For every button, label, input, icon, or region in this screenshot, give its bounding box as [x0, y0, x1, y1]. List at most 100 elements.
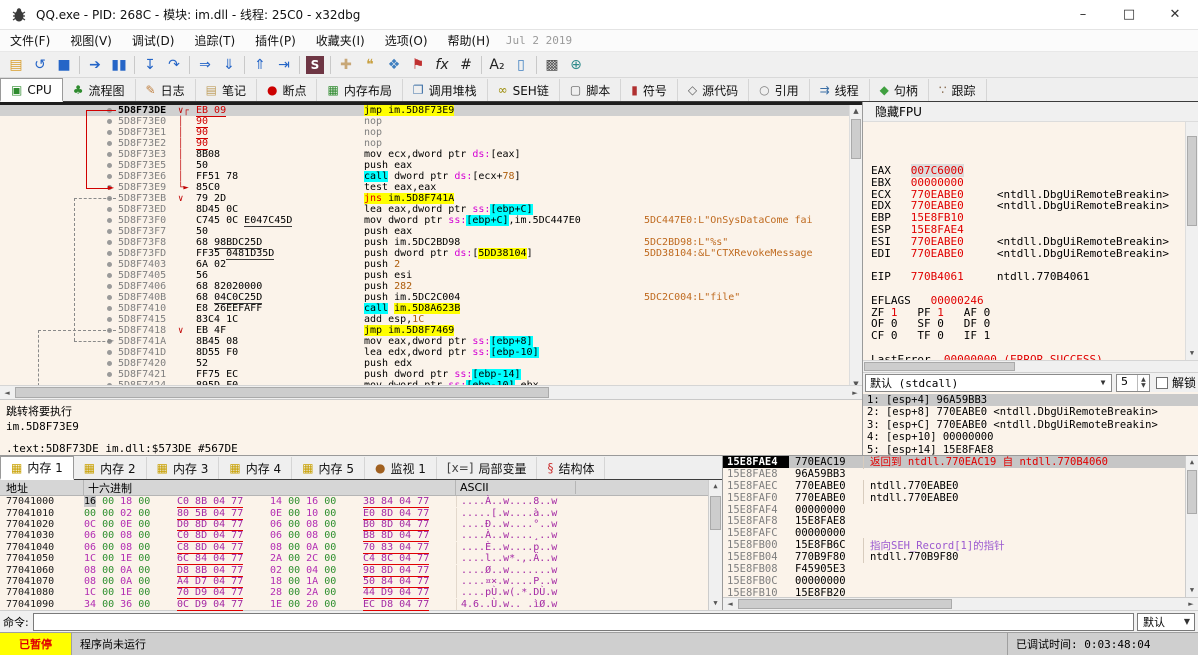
arg-depth-stepper[interactable]: 5 ▲▼: [1116, 374, 1150, 392]
menu-视图(V)[interactable]: 视图(V): [60, 30, 122, 51]
breakpoint-gutter[interactable]: [0, 259, 118, 270]
memory-dump-row[interactable]: 7704100016 00 18 00C0 8B 04 7714 00 16 0…: [0, 496, 722, 507]
disasm-row[interactable]: 5D8F73DE∨┌EB 09jmp im.5D8F73E9: [0, 105, 862, 116]
breakpoint-dot[interactable]: [107, 229, 112, 234]
minimize-button[interactable]: –: [1060, 0, 1106, 29]
call-argument-row[interactable]: 5: [esp+14] 15E8FAE8: [863, 444, 1198, 455]
checkbox-icon[interactable]: [1156, 377, 1168, 389]
disasm-row[interactable]: 5D8F740B68 04C0C25Dpush im.5DC2C0045DC2C…: [0, 292, 862, 303]
disasm-row[interactable]: 5D8F73F868 98BDC25Dpush im.5DC2BD985DC2B…: [0, 237, 862, 248]
scrollbar-thumb[interactable]: [1187, 470, 1197, 514]
scrollbar-thumb[interactable]: [710, 496, 721, 530]
memory-dump-row[interactable]: 7704104006 00 08 00C8 8D 04 7708 00 0A 0…: [0, 542, 722, 553]
breakpoint-gutter[interactable]: [0, 127, 118, 138]
stack-pane[interactable]: 15E8FAE4770EAC19返回到 ntdll.770EAC19 自 ntd…: [722, 456, 1198, 610]
command-input[interactable]: [33, 613, 1134, 631]
stack-row[interactable]: 15E8FB0015E8FB6C指向SEH_Record[1]的指针: [723, 539, 1198, 551]
hash-icon[interactable]: #: [454, 54, 478, 76]
breakpoint-dot[interactable]: [107, 240, 112, 245]
tab-流程图[interactable]: ♣流程图: [63, 79, 136, 101]
case-icon[interactable]: A₂: [485, 54, 509, 76]
breakpoint-dot[interactable]: [107, 328, 112, 333]
tab-跟踪[interactable]: ∵跟踪: [929, 79, 987, 101]
tab-内存布局[interactable]: ▦内存布局: [317, 79, 402, 101]
disasm-row[interactable]: 5D8F73E0│90nop: [0, 116, 862, 127]
disasm-vertical-scrollbar[interactable]: ▲ ▼: [849, 105, 862, 385]
disasm-row[interactable]: 5D8F73F750push eax: [0, 226, 862, 237]
memory-vertical-scrollbar[interactable]: ▲ ▼: [708, 480, 722, 610]
stack-vertical-scrollbar[interactable]: ▲ ▼: [1185, 456, 1198, 597]
menu-帮助(H)[interactable]: 帮助(H): [438, 30, 500, 51]
call-argument-row[interactable]: 2: [esp+8] 770EABE0 <ntdll.DbgUiRemoteBr…: [863, 406, 1198, 418]
breakpoint-gutter[interactable]: [0, 314, 118, 325]
internet-icon[interactable]: ⊕: [564, 54, 588, 76]
disasm-row[interactable]: 5D8F73EB∨79 2Djns im.5D8F741A: [0, 193, 862, 204]
tab-局部变量[interactable]: [x=]局部变量: [437, 457, 538, 479]
tab-SEH链[interactable]: ∞SEH链: [488, 79, 560, 101]
tab-线程[interactable]: ⇉线程: [810, 79, 870, 101]
tab-句柄[interactable]: ◆句柄: [870, 79, 929, 101]
register-line[interactable]: EIP 770B4061 ntdll.770B4061: [871, 271, 1198, 283]
breakpoint-gutter[interactable]: [0, 336, 118, 347]
disasm-row[interactable]: 5D8F7410E8 26EEFAFFcall im.5D8A623B: [0, 303, 862, 314]
registers-horizontal-scrollbar[interactable]: [863, 360, 1198, 372]
stack-horizontal-scrollbar[interactable]: ◄ ►: [723, 597, 1198, 610]
scrollbar-thumb[interactable]: [864, 362, 1015, 371]
pause-icon[interactable]: ▮▮: [107, 54, 131, 76]
breakpoint-gutter[interactable]: [0, 204, 118, 215]
breakpoint-gutter[interactable]: [0, 193, 118, 204]
disasm-row[interactable]: 5D8F74036A 02push 2: [0, 259, 862, 270]
breakpoint-gutter[interactable]: [0, 116, 118, 127]
breakpoint-dot[interactable]: [107, 163, 112, 168]
tab-内存 5[interactable]: ▦内存 5: [292, 457, 365, 479]
breakpoint-dot[interactable]: [107, 174, 112, 179]
disasm-row[interactable]: 5D8F73E6│FF51 78call dword ptr ds:[ecx+7…: [0, 171, 862, 182]
maximize-button[interactable]: □: [1106, 0, 1152, 29]
breakpoint-dot[interactable]: [107, 372, 112, 377]
memory-dump-row[interactable]: 770410200C 00 0E 00D0 8D 04 7706 00 08 0…: [0, 519, 722, 530]
breakpoint-gutter[interactable]: [0, 358, 118, 369]
tab-内存 2[interactable]: ▦内存 2: [74, 457, 147, 479]
close-button[interactable]: ✕: [1152, 0, 1198, 29]
disasm-row[interactable]: 5D8F73E1│90nop: [0, 127, 862, 138]
breakpoint-gutter[interactable]: [0, 215, 118, 226]
calling-convention-select[interactable]: 默认 (stdcall) ▼: [865, 374, 1112, 392]
memory-dump-pane[interactable]: 地址 十六进制 ASCII 7704100016 00 18 00C0 8B 0…: [0, 480, 722, 610]
stack-row[interactable]: 15E8FB04770B9F80ntdll.770B9F80: [723, 551, 1198, 563]
register-line[interactable]: EDI 770EABE0 <ntdll.DbgUiRemoteBreakin>: [871, 248, 1198, 260]
tab-引用[interactable]: ○引用: [749, 79, 810, 101]
tab-CPU[interactable]: ▣CPU: [0, 78, 63, 102]
scroll-left-arrow[interactable]: ◄: [0, 386, 14, 399]
bookmarks-icon[interactable]: ⚑: [406, 54, 430, 76]
scroll-up-arrow[interactable]: ▲: [709, 480, 722, 493]
run-to-user-code-icon[interactable]: ⇥: [272, 54, 296, 76]
disasm-row[interactable]: 5D8F741D8D55 F0lea edx,dword ptr ss:[ebp…: [0, 347, 862, 358]
step-over-icon[interactable]: ↷: [162, 54, 186, 76]
restart-icon[interactable]: ↺: [28, 54, 52, 76]
call-argument-row[interactable]: 1: [esp+4] 96A59BB3: [863, 394, 1198, 406]
breakpoint-gutter[interactable]: [0, 105, 118, 116]
run-icon[interactable]: ➔: [83, 54, 107, 76]
disasm-row[interactable]: 5D8F742052push edx: [0, 358, 862, 369]
breakpoint-gutter[interactable]: [0, 248, 118, 259]
disasm-row[interactable]: 5D8F741A8B45 08mov eax,dword ptr ss:[ebp…: [0, 336, 862, 347]
breakpoint-gutter[interactable]: [0, 303, 118, 314]
tab-源代码[interactable]: ◇源代码: [678, 79, 749, 101]
scrollbar-thumb[interactable]: [738, 599, 952, 609]
step-into-icon[interactable]: ↧: [138, 54, 162, 76]
call-arguments-list[interactable]: 1: [esp+4] 96A59BB32: [esp+8] 770EABE0 <…: [863, 392, 1198, 455]
comments-icon[interactable]: ❝: [358, 54, 382, 76]
animate-into-icon[interactable]: ⇒: [193, 54, 217, 76]
disasm-row[interactable]: 5D8F73E5│50push eax: [0, 160, 862, 171]
breakpoint-dot[interactable]: [107, 196, 112, 201]
script-icon[interactable]: S: [303, 54, 327, 76]
memory-dump-row[interactable]: 7704106008 00 0A 00D8 8B 04 7702 00 04 0…: [0, 564, 722, 575]
stack-row[interactable]: 15E8FAF400000000: [723, 504, 1198, 516]
memory-dump-row[interactable]: 7704101000 00 02 0080 5B 04 770E 00 10 0…: [0, 507, 722, 518]
menu-选项(O)[interactable]: 选项(O): [375, 30, 438, 51]
call-argument-row[interactable]: 3: [esp+C] 770EABE0 <ntdll.DbgUiRemoteBr…: [863, 419, 1198, 431]
breakpoint-dot[interactable]: [107, 361, 112, 366]
call-argument-row[interactable]: 4: [esp+10] 00000000: [863, 431, 1198, 443]
breakpoint-gutter[interactable]: [0, 347, 118, 358]
stack-row[interactable]: 15E8FAEC770EABE0ntdll.770EABE0: [723, 480, 1198, 492]
